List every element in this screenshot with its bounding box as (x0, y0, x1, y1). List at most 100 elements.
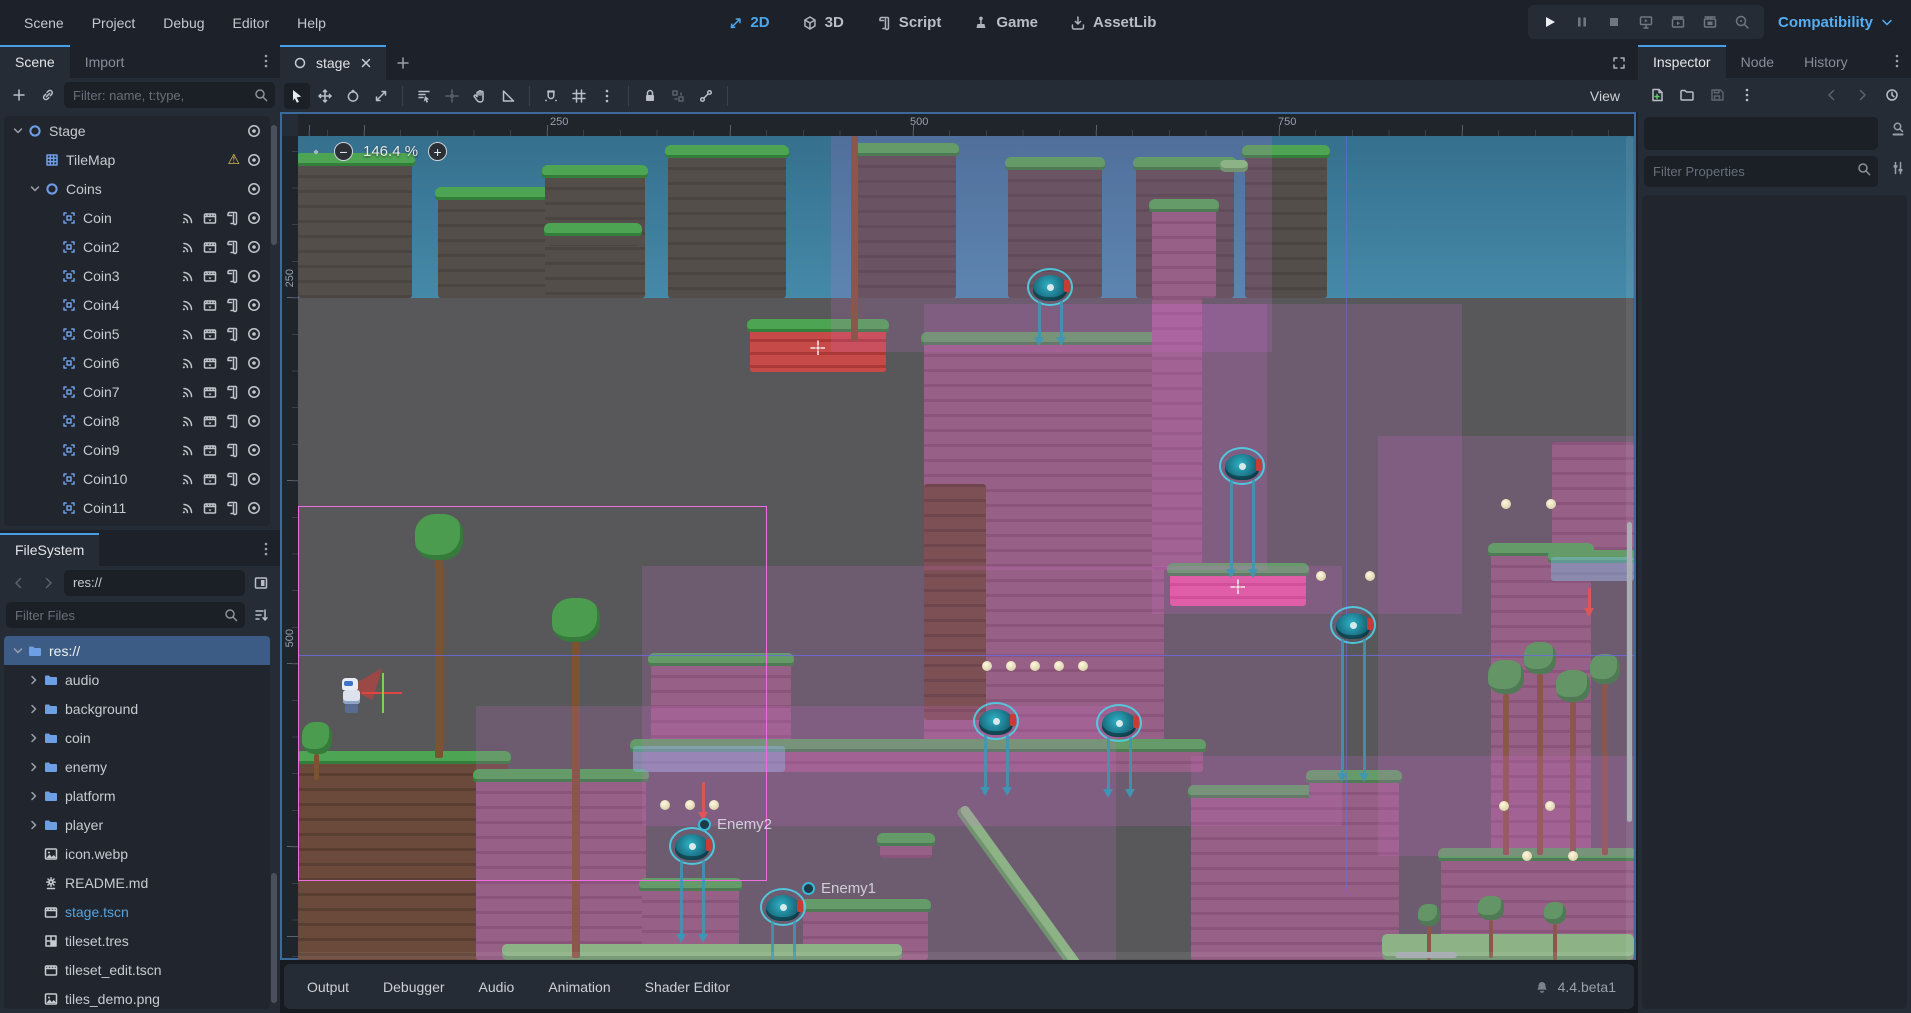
pause-button[interactable] (1568, 9, 1596, 35)
tab-scene[interactable]: Scene (0, 45, 70, 78)
lock[interactable] (637, 83, 663, 109)
tab-stage-scene[interactable]: stage (280, 45, 386, 80)
player-sprite[interactable] (340, 670, 378, 718)
new-resource-icon[interactable] (1644, 82, 1670, 108)
coin-sprite[interactable] (1030, 661, 1040, 671)
file-stage-tscn[interactable]: stage.tscn (4, 897, 270, 926)
bottom-tab-shader-editor[interactable]: Shader Editor (628, 971, 748, 1003)
tab-node[interactable]: Node (1726, 45, 1789, 78)
zoom-out-button[interactable]: − (334, 142, 353, 161)
snap-options-dots[interactable] (594, 83, 620, 109)
coin-sprite[interactable] (1054, 661, 1064, 671)
tab-inspector[interactable]: Inspector (1638, 45, 1726, 78)
property-tune-icon[interactable] (1890, 160, 1906, 176)
tab-import[interactable]: Import (70, 45, 140, 78)
open-docs-icon[interactable] (1890, 121, 1906, 137)
file-tileset-tres[interactable]: tileset.tres (4, 926, 270, 955)
sort-files-icon[interactable] (248, 602, 274, 628)
enemy-sprite[interactable] (1330, 606, 1376, 644)
remote-debug-button[interactable] (1632, 9, 1660, 35)
scene-node-coin3[interactable]: Coin3 (4, 261, 270, 290)
scene-node-coin2[interactable]: Coin2 (4, 232, 270, 261)
editor-screen-assetlib[interactable]: AssetLib (1058, 8, 1168, 37)
zoom-in-button[interactable]: + (428, 142, 447, 161)
distraction-free-icon[interactable] (1606, 50, 1632, 76)
scene-node-coin10[interactable]: Coin10 (4, 464, 270, 493)
resource-options-icon[interactable] (1734, 82, 1760, 108)
path-field[interactable]: res:// (64, 570, 245, 596)
menu-project[interactable]: Project (78, 9, 150, 37)
center-view-icon[interactable] (308, 144, 324, 160)
select-cursor[interactable] (284, 83, 310, 109)
canvas[interactable]: Enemy2Enemy1 − 146.4 % + (298, 136, 1634, 960)
file-player[interactable]: player (4, 810, 270, 839)
coin-sprite[interactable] (1499, 801, 1509, 811)
scene-node-coin11[interactable]: Coin11 (4, 493, 270, 522)
coin-sprite[interactable] (660, 800, 670, 810)
scale-tool[interactable] (368, 83, 394, 109)
zoom-level[interactable]: 146.4 % (363, 143, 418, 160)
ruler-tool[interactable] (495, 83, 521, 109)
tab-history[interactable]: History (1789, 45, 1863, 78)
scene-node-coins[interactable]: Coins (4, 174, 270, 203)
new-scene-tab-button[interactable] (386, 45, 420, 80)
scene-node-coin5[interactable]: Coin5 (4, 319, 270, 348)
scene-node-tilemap[interactable]: TileMap⚠ (4, 145, 270, 174)
editor-screen-game[interactable]: Game (961, 8, 1050, 37)
filesystem-dock-menu-icon[interactable] (254, 537, 278, 561)
menu-debug[interactable]: Debug (149, 9, 218, 37)
smart-snap[interactable] (538, 83, 564, 109)
file-filter-input[interactable] (6, 602, 245, 628)
coin-sprite[interactable] (1546, 499, 1556, 509)
tab-filesystem[interactable]: FileSystem (0, 533, 99, 566)
grid-snap[interactable] (566, 83, 592, 109)
bottom-tab-animation[interactable]: Animation (531, 971, 627, 1003)
move-tool[interactable] (312, 83, 338, 109)
group[interactable] (665, 83, 691, 109)
coin-sprite[interactable] (685, 800, 695, 810)
coin-sprite[interactable] (982, 661, 992, 671)
canvas-hscroll-thumb[interactable] (1395, 952, 1457, 958)
history-forward-icon[interactable] (35, 570, 61, 596)
scene-filter-input[interactable] (64, 82, 275, 108)
file-enemy[interactable]: enemy (4, 752, 270, 781)
save-resource-icon[interactable] (1704, 82, 1730, 108)
play-custom-scene-button[interactable] (1696, 9, 1724, 35)
file-coin[interactable]: coin (4, 723, 270, 752)
edit-forward-icon[interactable] (1849, 82, 1875, 108)
editor-screen-2d[interactable]: 2D (715, 8, 781, 37)
pan-tool[interactable] (467, 83, 493, 109)
file-icon-webp[interactable]: icon.webp (4, 839, 270, 868)
add-node-button[interactable] (6, 82, 32, 108)
canvas-vscroll-thumb[interactable] (1627, 522, 1632, 822)
ruler-top[interactable] (298, 114, 1634, 136)
ruler-left[interactable] (282, 136, 298, 958)
coin-sprite[interactable] (709, 800, 719, 810)
coin-sprite[interactable] (1545, 801, 1555, 811)
enemy-sprite[interactable] (973, 702, 1019, 740)
movie-maker-button[interactable] (1728, 9, 1756, 35)
coin-sprite[interactable] (1365, 571, 1375, 581)
view-menu[interactable]: View (1578, 84, 1632, 108)
file-tiles-demo-png[interactable]: tiles_demo.png (4, 984, 270, 1009)
bottom-tab-audio[interactable]: Audio (462, 971, 532, 1003)
scene-node-stage[interactable]: Stage (4, 116, 270, 145)
pivot-tool[interactable] (439, 83, 465, 109)
menu-scene[interactable]: Scene (10, 9, 78, 37)
file-tileset-edit-tscn[interactable]: tileset_edit.tscn (4, 955, 270, 984)
warning-icon[interactable]: ⚠ (227, 151, 240, 168)
menu-help[interactable]: Help (283, 9, 340, 37)
file-audio[interactable]: audio (4, 665, 270, 694)
scene-node-coin6[interactable]: Coin6 (4, 348, 270, 377)
scene-node-coin8[interactable]: Coin8 (4, 406, 270, 435)
enemy-sprite[interactable] (1096, 704, 1142, 742)
enemy-sprite[interactable] (760, 888, 806, 926)
coin-sprite[interactable] (1568, 851, 1578, 861)
coin-sprite[interactable] (1078, 661, 1088, 671)
object-history-icon[interactable] (1879, 82, 1905, 108)
rotate-tool[interactable] (340, 83, 366, 109)
file-platform[interactable]: platform (4, 781, 270, 810)
bottom-tab-output[interactable]: Output (290, 971, 366, 1003)
edit-back-icon[interactable] (1819, 82, 1845, 108)
play-button[interactable] (1536, 9, 1564, 35)
